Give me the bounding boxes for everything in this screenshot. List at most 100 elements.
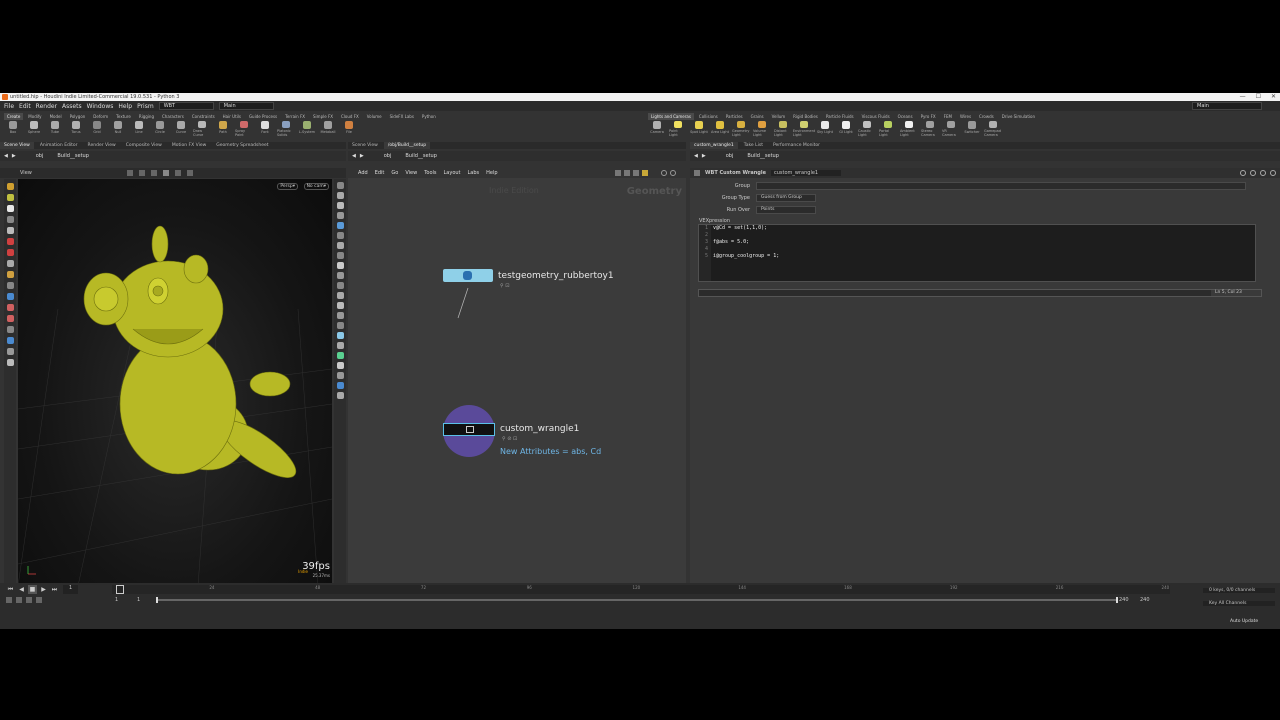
left-tool-7-icon[interactable]	[6, 249, 14, 256]
left-tool-6-icon[interactable]	[6, 238, 14, 245]
run-over-select[interactable]: Points	[756, 206, 816, 214]
path-obj[interactable]: obj	[726, 153, 734, 159]
shelf-tab-model[interactable]: Model	[47, 113, 65, 120]
gear-icon[interactable]	[1240, 170, 1246, 176]
search-icon[interactable]	[1260, 170, 1266, 176]
playhead[interactable]	[116, 585, 124, 594]
left-tool-2-icon[interactable]	[6, 194, 14, 201]
desktop-selector-right[interactable]: Main	[1192, 102, 1262, 110]
shelf-tab-viscous-fluids[interactable]: Viscous Fluids	[859, 113, 893, 120]
stop-icon[interactable]: ■	[28, 585, 37, 594]
left-tool-12-icon[interactable]	[6, 304, 14, 311]
pane-tab-custom-wrangle1[interactable]: custom_wrangle1	[690, 142, 738, 149]
wrangle-node-body[interactable]	[443, 423, 495, 436]
jump-start-icon[interactable]: ⏮	[6, 585, 15, 594]
camera-icon[interactable]	[186, 170, 193, 176]
shelf-tab-constraints[interactable]: Constraints	[189, 113, 218, 120]
grid-icon[interactable]	[162, 170, 169, 176]
group-type-select[interactable]: Guess from Group	[756, 194, 816, 202]
tool-l-system[interactable]: L-System	[298, 121, 316, 137]
loop-icon[interactable]	[26, 597, 32, 603]
desktop-selector-left[interactable]: WBT	[158, 102, 214, 110]
tool-path[interactable]: Path	[214, 121, 232, 137]
tool-camera[interactable]: Camera	[648, 121, 666, 137]
tool-curve[interactable]: Curve	[172, 121, 190, 137]
scene-viewport[interactable]: Persp▾ No cam▾ 39fps 25.37ms Indie	[18, 179, 332, 586]
back-icon[interactable]: ◀	[4, 153, 8, 159]
display-option-4-icon[interactable]	[336, 212, 344, 219]
display-option-10-icon[interactable]	[336, 272, 344, 279]
range-end[interactable]: 240	[1119, 597, 1129, 603]
path-node[interactable]: Build__setup	[57, 153, 89, 159]
vex-code-editor[interactable]: 1 v@Cd = set(1,1,0); 2 3 f@abs = 5.0; 4 5 i@gro…	[698, 224, 1256, 282]
shelf-tab-sidefx-labs[interactable]: SideFX Labs	[387, 113, 417, 120]
info-icon[interactable]	[1250, 170, 1256, 176]
menu-help[interactable]: Help	[118, 103, 132, 110]
transform-icon[interactable]	[138, 170, 145, 176]
display-option-18-icon[interactable]	[336, 352, 344, 359]
forward-icon[interactable]: ▶	[360, 153, 364, 159]
left-tool-16-icon[interactable]	[6, 348, 14, 355]
left-tool-13-icon[interactable]	[6, 315, 14, 322]
display-option-7-icon[interactable]	[336, 242, 344, 249]
pane-tab-motion-fx-view[interactable]: Motion FX View	[168, 142, 210, 149]
tool-environment-light[interactable]: Environment Light	[793, 121, 815, 137]
path-node[interactable]: Build__setup	[747, 153, 779, 159]
left-tool-3-icon[interactable]	[6, 205, 14, 212]
menu-file[interactable]: File	[4, 103, 14, 110]
tool-switcher[interactable]: Switcher	[963, 121, 981, 137]
tool-metaball[interactable]: Metaball	[319, 121, 337, 137]
tool-platonic-solids[interactable]: Platonic Solids	[277, 121, 295, 137]
display-option-15-icon[interactable]	[336, 322, 344, 329]
maximize-button[interactable]: ☐	[1256, 93, 1261, 101]
close-button[interactable]: ✕	[1271, 93, 1276, 101]
display-option-14-icon[interactable]	[336, 312, 344, 319]
current-frame[interactable]: 1	[63, 585, 79, 594]
tool-vr-camera[interactable]: VR Camera	[942, 121, 960, 137]
shelf-tab-particle-fluids[interactable]: Particle Fluids	[823, 113, 857, 120]
path-obj[interactable]: obj	[36, 153, 44, 159]
tool-torus[interactable]: Torus	[67, 121, 85, 137]
shelf-tab-particles[interactable]: Particles	[723, 113, 746, 120]
pane-tab-obj-build-setup[interactable]: /obj/Build__setup	[383, 142, 431, 149]
range-handle-left[interactable]	[156, 597, 158, 603]
realtime-icon[interactable]	[36, 597, 42, 603]
pane-tab-scene-view[interactable]: Scene View	[348, 142, 382, 149]
display-option-13-icon[interactable]	[336, 302, 344, 309]
tool-box[interactable]: Box	[4, 121, 22, 137]
left-tool-8-icon[interactable]	[6, 260, 14, 267]
tool-font[interactable]: Font	[256, 121, 274, 137]
display-option-8-icon[interactable]	[336, 252, 344, 259]
forward-icon[interactable]: ▶	[12, 153, 16, 159]
tool-distant-light[interactable]: Distant Light	[774, 121, 792, 137]
left-tool-4-icon[interactable]	[6, 216, 14, 223]
menu-windows[interactable]: Windows	[87, 103, 114, 110]
pane-tab-take-list[interactable]: Take List	[740, 142, 767, 149]
tool-draw-curve[interactable]: Draw Curve	[193, 121, 211, 137]
auto-update-toggle[interactable]: Auto Update	[1230, 619, 1258, 624]
display-option-20-icon[interactable]	[336, 372, 344, 379]
display-option-5-icon[interactable]	[336, 222, 344, 229]
left-tool-11-icon[interactable]	[6, 293, 14, 300]
shelf-tab-rigging[interactable]: Rigging	[136, 113, 157, 120]
desktop-selector-mid[interactable]: Main	[218, 102, 274, 110]
display-option-12-icon[interactable]	[336, 292, 344, 299]
display-option-19-icon[interactable]	[336, 362, 344, 369]
shelf-tab-drive-simulation[interactable]: Drive Simulation	[999, 113, 1038, 120]
shelf-tab-python[interactable]: Python	[419, 113, 439, 120]
tool-volume-light[interactable]: Volume Light	[753, 121, 771, 137]
back-icon[interactable]: ◀	[352, 153, 356, 159]
shelf-tab-grains[interactable]: Grains	[748, 113, 767, 120]
shelf-tab-characters[interactable]: Characters	[159, 113, 187, 120]
persp-menu[interactable]: Persp▾	[277, 183, 298, 190]
camera-menu[interactable]: No cam▾	[303, 183, 329, 190]
shelf-tab-volume[interactable]: Volume	[364, 113, 385, 120]
shelf-tab-cloud-fx[interactable]: Cloud FX	[338, 113, 362, 120]
menu-render[interactable]: Render	[36, 103, 57, 110]
tool-gamepad-camera[interactable]: Gamepad Camera	[984, 121, 1002, 137]
display-option-11-icon[interactable]	[336, 282, 344, 289]
left-tool-15-icon[interactable]	[6, 337, 14, 344]
node-name-field[interactable]: custom_wrangle1	[770, 170, 841, 176]
menu-assets[interactable]: Assets	[62, 103, 82, 110]
left-tool-17-icon[interactable]	[6, 359, 14, 366]
